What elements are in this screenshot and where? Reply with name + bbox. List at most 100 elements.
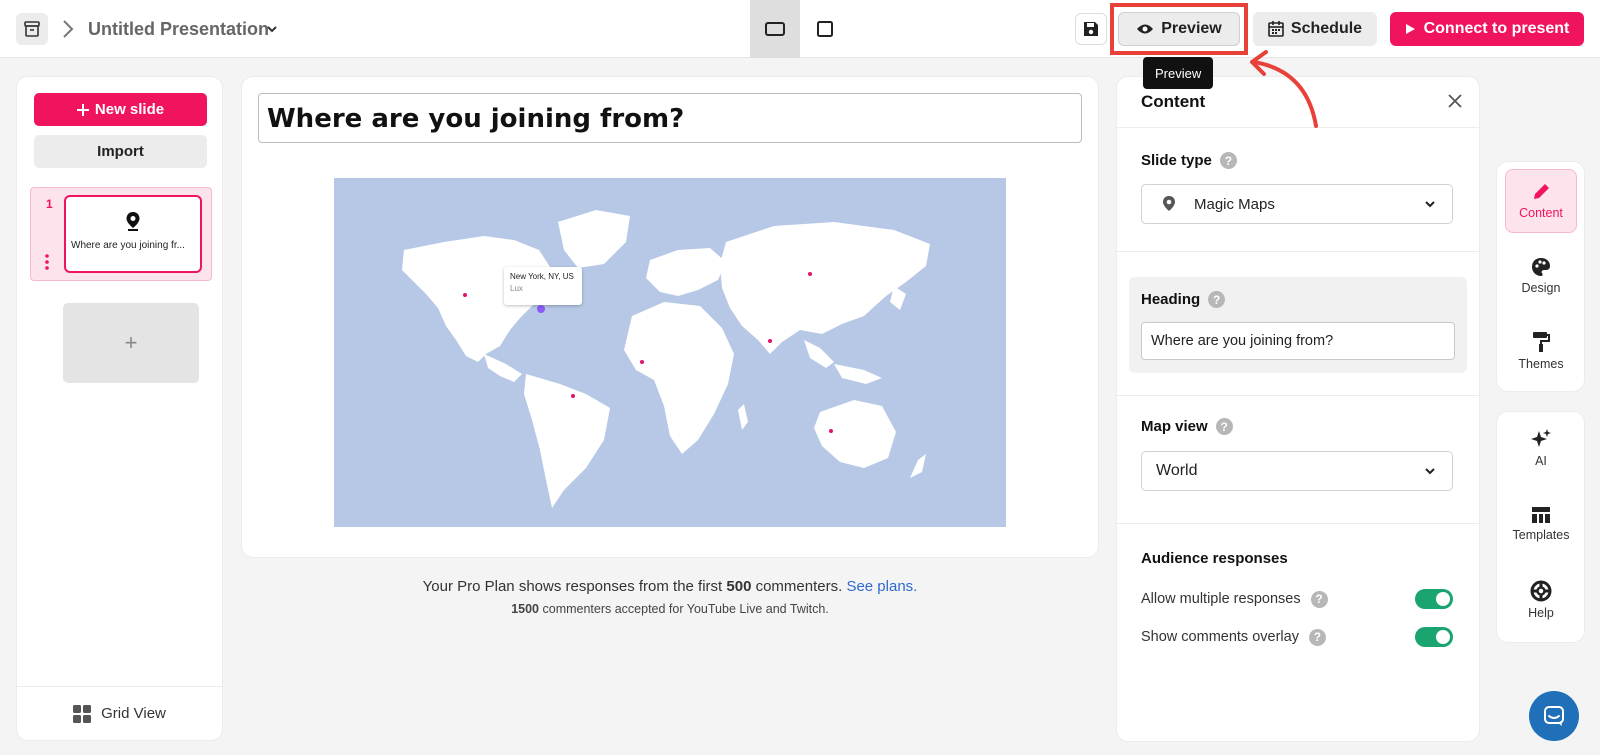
heading-label: Heading ? — [1141, 291, 1226, 308]
right-toolbar-bottom: AI Templates Help — [1496, 411, 1585, 643]
map-location-tooltip: New York, NY, US Lux — [504, 267, 582, 305]
slide-type-select[interactable]: Magic Maps — [1141, 184, 1453, 224]
preview-tooltip: Preview — [1143, 57, 1214, 89]
pencil-icon — [1534, 184, 1549, 199]
help-icon[interactable]: ? — [1308, 628, 1326, 646]
floppy-disk-icon — [1084, 22, 1098, 36]
audience-responses-label: Audience responses — [1141, 550, 1288, 567]
schedule-button[interactable]: Schedule — [1253, 12, 1377, 46]
show-comments-overlay-row: Show comments overlay ? — [1141, 626, 1453, 648]
map-pin-marker[interactable] — [768, 339, 772, 343]
slide-type-text: Slide type — [1141, 152, 1212, 169]
heading-label-text: Heading — [1141, 291, 1201, 308]
slide-type-label: Slide type ? — [1141, 152, 1237, 169]
save-button[interactable] — [1075, 13, 1107, 45]
widescreen-view-button[interactable] — [750, 0, 800, 58]
world-map[interactable]: New York, NY, US Lux — [334, 178, 1006, 527]
preview-label: Preview — [1161, 20, 1222, 37]
plan-subnote-text: commenters accepted for YouTube Live and… — [539, 602, 829, 616]
sidebar-item-ai[interactable]: AI — [1505, 416, 1577, 480]
play-icon — [1405, 24, 1415, 34]
map-tooltip-city: New York, NY, US — [510, 272, 574, 281]
see-plans-link[interactable]: See plans. — [846, 578, 917, 595]
connect-label: Connect to present — [1423, 20, 1570, 37]
sidebar-item-content[interactable]: Content — [1505, 169, 1577, 233]
rectangle-wide-icon — [765, 22, 785, 36]
archive-icon — [24, 21, 40, 37]
map-view-label: Map view ? — [1141, 418, 1233, 435]
new-slide-label: New slide — [94, 101, 165, 118]
chevron-down-icon — [1425, 201, 1435, 208]
help-icon[interactable]: ? — [1208, 291, 1226, 308]
sidebar-item-label: Help — [1528, 606, 1554, 620]
sidebar-item-help[interactable]: Help — [1505, 568, 1577, 632]
close-icon[interactable] — [1447, 93, 1463, 109]
plan-note-suffix: commenters. — [751, 578, 847, 595]
map-pin-marker[interactable] — [640, 360, 644, 364]
sidebar-item-label: Templates — [1512, 528, 1570, 542]
map-pin-marker-selected[interactable] — [537, 305, 545, 313]
heading-input[interactable]: Where are you joining from? — [1141, 322, 1455, 360]
sidebar-item-label: Design — [1521, 281, 1561, 295]
slide-list-item[interactable]: 1 Where are you joining fr... — [30, 187, 212, 281]
content-panel: Content Slide type ? Magic Maps Heading … — [1116, 76, 1480, 742]
grid-view-label: Grid View — [101, 705, 166, 722]
map-view-text: Map view — [1141, 418, 1208, 435]
divider — [1117, 251, 1479, 252]
slide-thumbnail-title: Where are you joining fr... — [71, 240, 185, 251]
import-button[interactable]: Import — [34, 135, 207, 168]
sidebar-item-label: Themes — [1518, 357, 1564, 371]
map-pin-marker[interactable] — [571, 394, 575, 398]
allow-multiple-responses-row: Allow multiple responses ? — [1141, 588, 1453, 610]
add-slide-placeholder[interactable]: + — [63, 303, 199, 383]
show-overlay-toggle[interactable] — [1415, 627, 1453, 647]
more-vertical-icon[interactable] — [44, 254, 50, 270]
map-pin-marker[interactable] — [808, 272, 812, 276]
map-tooltip-subtext: Lux — [510, 284, 523, 293]
map-pin-marker[interactable] — [829, 429, 833, 433]
map-view-select[interactable]: World — [1141, 451, 1453, 491]
plan-note: Your Pro Plan shows responses from the f… — [241, 578, 1099, 595]
chevron-right-icon — [63, 20, 74, 38]
slide-heading[interactable]: Where are you joining from? — [258, 93, 1082, 143]
help-icon[interactable]: ? — [1310, 590, 1328, 608]
map-pin-marker[interactable] — [463, 293, 467, 297]
slides-panel: New slide Import 1 Where are you joining… — [16, 76, 223, 741]
connect-to-present-button[interactable]: Connect to present — [1390, 12, 1584, 46]
allow-multiple-label: Allow multiple responses — [1141, 591, 1301, 607]
chat-support-button[interactable] — [1529, 691, 1579, 741]
map-pin-icon — [126, 212, 140, 231]
plus-icon — [76, 103, 89, 116]
chevron-down-icon — [1425, 468, 1435, 475]
slide-thumbnail[interactable]: Where are you joining fr... — [64, 195, 202, 273]
sidebar-item-templates[interactable]: Templates — [1505, 492, 1577, 556]
eye-icon — [1137, 24, 1154, 34]
sidebar-item-themes[interactable]: Themes — [1505, 319, 1577, 383]
grid-view-button[interactable]: Grid View — [17, 686, 222, 740]
sidebar-item-design[interactable]: Design — [1505, 244, 1577, 308]
calendar-icon — [1268, 21, 1284, 37]
schedule-label: Schedule — [1290, 20, 1363, 37]
grid-icon — [73, 704, 92, 723]
slide-number: 1 — [46, 197, 53, 211]
help-icon[interactable]: ? — [1219, 152, 1237, 169]
heading-section: Heading ? Where are you joining from? — [1129, 277, 1467, 373]
plan-note-count: 500 — [726, 578, 752, 595]
annotation-arrow-icon — [1250, 50, 1318, 128]
paint-roller-icon — [1533, 332, 1550, 352]
preview-button[interactable]: Preview — [1118, 12, 1240, 46]
right-toolbar-top: Content Design Themes — [1496, 161, 1585, 392]
slide-type-value: Magic Maps — [1194, 195, 1275, 213]
lifebuoy-icon — [1530, 580, 1552, 602]
world-map-land — [402, 210, 930, 508]
square-view-button[interactable] — [800, 0, 850, 58]
home-button[interactable] — [16, 13, 48, 45]
plan-note-prefix: Your Pro Plan shows responses from the f… — [422, 578, 727, 595]
plan-subnote-count: 1500 — [511, 602, 540, 616]
sidebar-item-label: AI — [1535, 454, 1547, 468]
allow-multiple-toggle[interactable] — [1415, 589, 1453, 609]
new-slide-button[interactable]: New slide — [34, 93, 207, 126]
chevron-down-icon[interactable] — [266, 24, 278, 34]
help-icon[interactable]: ? — [1215, 418, 1233, 435]
presentation-title[interactable]: Untitled Presentation — [88, 19, 269, 40]
